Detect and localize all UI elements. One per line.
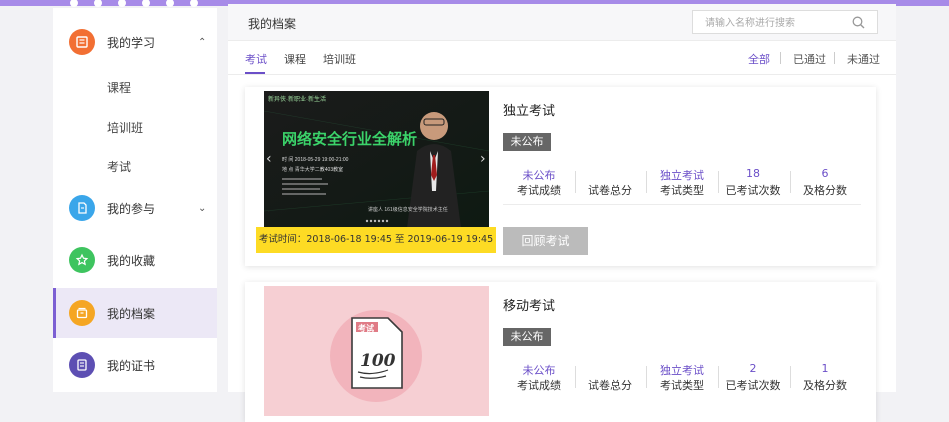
archive-icon <box>69 300 95 326</box>
sidebar-item-archive[interactable]: 我的档案 <box>53 288 217 338</box>
sidebar-subitem-courses[interactable]: 课程 <box>107 79 131 96</box>
search-input[interactable] <box>703 14 847 32</box>
stat-total: 试卷总分 <box>588 184 632 197</box>
page-title: 我的档案 <box>248 17 297 31</box>
filter-all[interactable]: 全部 <box>748 51 770 67</box>
exam-thumbnail[interactable]: 考试 100 <box>264 286 489 416</box>
search-box[interactable] <box>692 10 878 34</box>
carousel-prev-icon[interactable]: ‹ <box>266 151 272 167</box>
stat-attempts: 2 已考试次数 <box>725 362 781 392</box>
tab-training[interactable]: 培训班 <box>323 51 356 67</box>
sidebar-subitem-training[interactable]: 培训班 <box>107 119 143 136</box>
sidebar-item-label: 我的证书 <box>107 358 156 373</box>
exam-thumbnail[interactable]: . 新异侠·新职业·新生活 网络安全行业全解析 时 间 2018-05-29 1… <box>264 91 489 228</box>
star-icon <box>69 247 95 273</box>
stat-pass-score: 6 及格分数 <box>803 167 847 197</box>
divider <box>780 52 781 64</box>
filter-passed[interactable]: 已通过 <box>793 51 826 67</box>
poster-time: 时 间 2018-05-29 19:00-21:00 <box>282 156 349 163</box>
exam-paper-illustration: 考试 100 <box>330 310 422 402</box>
exam-card: . 新异侠·新职业·新生活 网络安全行业全解析 时 间 2018-05-29 1… <box>245 87 876 266</box>
sidebar-item-label: 我的学习 <box>107 35 156 50</box>
status-badge: 未公布 <box>503 133 551 151</box>
exam-title: 独立考试 <box>503 104 556 119</box>
sidebar-item-label: 我的收藏 <box>107 253 156 268</box>
chevron-up-icon[interactable]: ⌃ <box>198 37 206 48</box>
poster-top-text: 新异侠·新职业·新生活 <box>268 95 326 103</box>
main-header: 我的档案 <box>228 4 896 41</box>
sidebar-item-favorites[interactable]: 我的收藏 <box>53 235 217 285</box>
sidebar: 我的学习 ⌃ 课程 培训班 考试 我的参与 ⌄ 我的收藏 我的档案 我的证书 <box>53 8 217 392</box>
status-badge: 未公布 <box>503 328 551 346</box>
chevron-down-icon[interactable]: ⌄ <box>198 203 206 214</box>
sidebar-subitem-exams[interactable]: 考试 <box>107 158 131 175</box>
tab-exams[interactable]: 考试 <box>245 51 267 67</box>
filter-failed[interactable]: 未通过 <box>847 51 880 67</box>
main-panel: 我的档案 考试 课程 培训班 全部 已通过 未通过 <box>228 4 896 422</box>
stat-total: 试卷总分 <box>588 379 632 392</box>
exam-title: 移动考试 <box>503 299 556 314</box>
review-exam-button[interactable]: 回顾考试 <box>503 227 588 255</box>
poster-location: 地 点 青华大学二教403教室 <box>282 166 343 173</box>
stat-score: 未公布 考试成绩 <box>517 169 561 197</box>
divider <box>834 52 835 64</box>
poster-footer: 讲座人 161级信息安全学院技术主任 <box>368 206 448 213</box>
tab-bar: 考试 课程 培训班 全部 已通过 未通过 <box>228 40 896 75</box>
paper-score: 100 <box>360 351 396 371</box>
certificate-icon <box>69 352 95 378</box>
active-tab-indicator <box>245 72 265 74</box>
sidebar-item-label: 我的档案 <box>107 306 156 321</box>
sidebar-item-participation[interactable]: 我的参与 ⌄ <box>53 183 217 233</box>
divider <box>503 204 861 205</box>
tab-courses[interactable]: 课程 <box>284 51 306 67</box>
stat-type: 独立考试 考试类型 <box>660 364 704 392</box>
sidebar-item-my-learning[interactable]: 我的学习 ⌃ <box>53 17 217 67</box>
stat-type: 独立考试 考试类型 <box>660 169 704 197</box>
sidebar-item-label: 我的参与 <box>107 201 156 216</box>
document-icon <box>69 195 95 221</box>
sidebar-item-certificates[interactable]: 我的证书 <box>53 340 217 390</box>
exam-card: 考试 100 移动考试 未公布 未公布 考试成绩 试卷总分 独立考试 考试类型 2已… <box>245 282 876 422</box>
exam-time-banner: 考试时间：2018-06-18 19:45 至 2019-06-19 19:45 <box>256 227 496 253</box>
stat-score: 未公布 考试成绩 <box>517 364 561 392</box>
stat-attempts: 18 已考试次数 <box>725 167 781 197</box>
lecture-poster-image: . 新异侠·新职业·新生活 网络安全行业全解析 时 间 2018-05-29 1… <box>264 91 489 228</box>
poster-headline: 网络安全行业全解析 <box>282 130 417 148</box>
paper-label: 考试 <box>358 323 374 333</box>
search-icon[interactable] <box>852 16 865 29</box>
carousel-next-icon[interactable]: › <box>480 151 486 167</box>
stat-pass-score: 1 及格分数 <box>803 362 847 392</box>
book-icon <box>69 29 95 55</box>
